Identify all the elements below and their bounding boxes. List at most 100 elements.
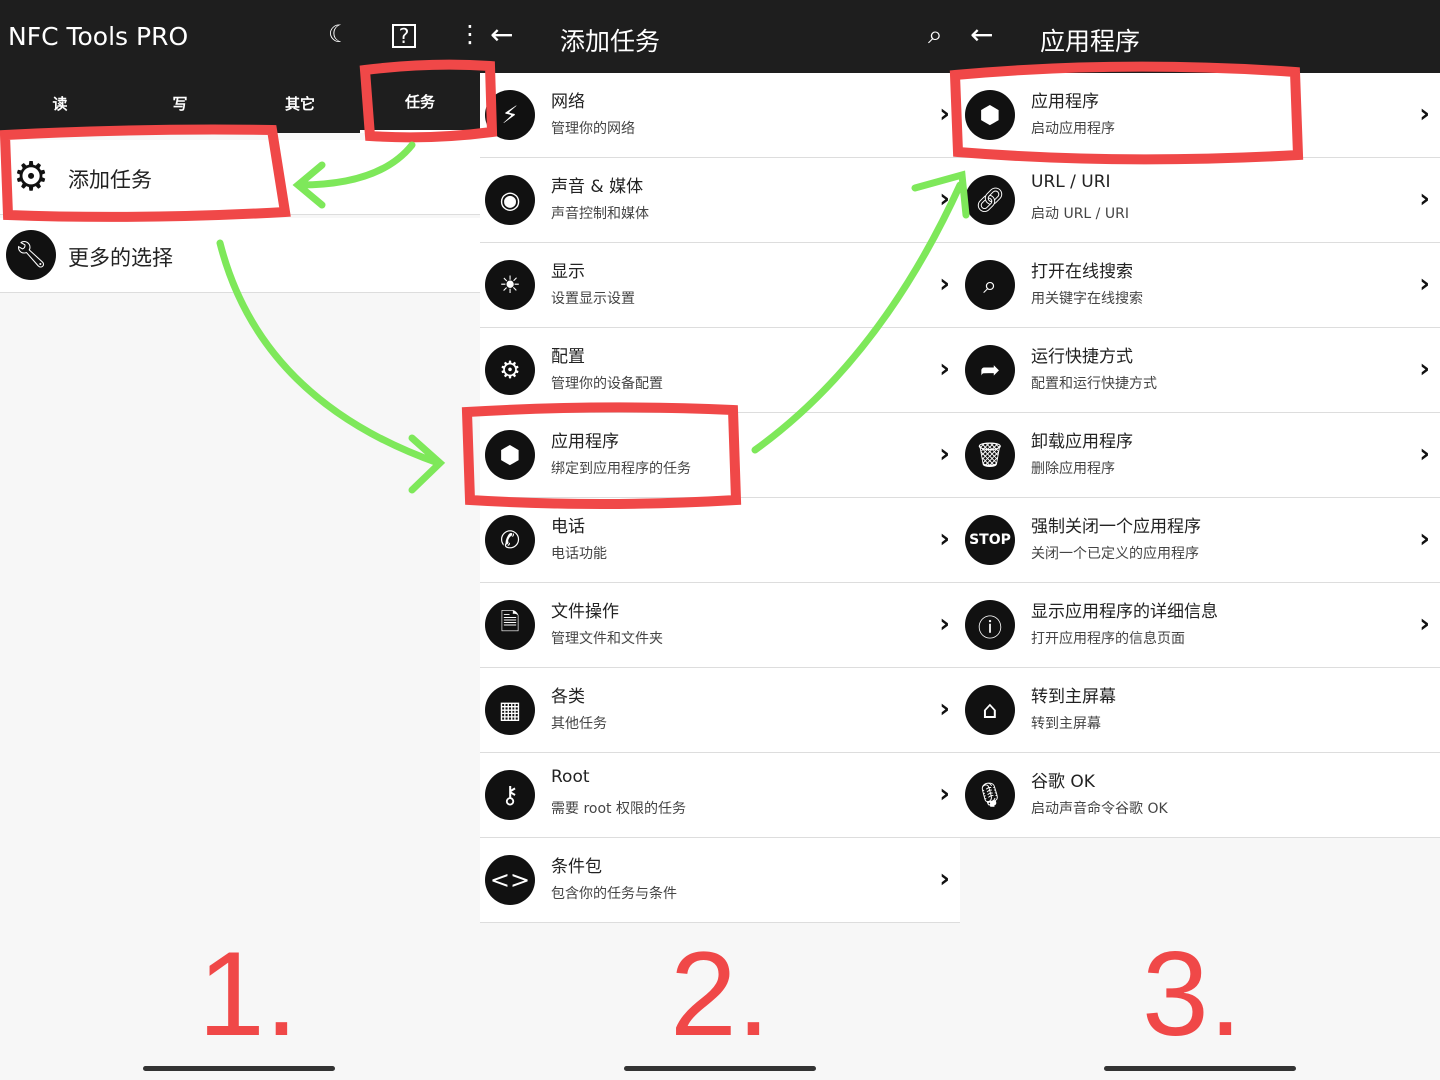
nfc-icon[interactable]: ☾: [328, 20, 350, 48]
chevron-right-icon: ›: [1419, 269, 1430, 299]
trash-icon: 🗑︎: [965, 430, 1015, 480]
stop-icon: STOP: [965, 515, 1015, 565]
step-number: 1.: [198, 927, 299, 1061]
item-subtitle: 打开应用程序的信息页面: [1031, 631, 1185, 647]
item-subtitle: 转到主屏幕: [1031, 716, 1101, 732]
info-icon: ⓘ: [965, 600, 1015, 650]
chevron-right-icon: ›: [939, 354, 950, 384]
wrench-icon: 🔧︎: [6, 230, 56, 280]
list-item[interactable]: ⚙ 配置 管理你的设备配置 ›: [480, 328, 960, 413]
list-item[interactable]: ⌕ 打开在线搜索 用关键字在线搜索 ›: [960, 243, 1440, 328]
menu-label: 添加任务: [68, 168, 152, 192]
list-item[interactable]: 🗑︎ 卸载应用程序 删除应用程序 ›: [960, 413, 1440, 498]
item-subtitle: 电话功能: [551, 546, 607, 562]
item-subtitle: 启动应用程序: [1031, 121, 1115, 137]
item-title: 各类: [551, 687, 585, 707]
step-number: 3.: [1142, 927, 1243, 1061]
item-subtitle: 用关键字在线搜索: [1031, 291, 1143, 307]
chevron-right-icon: ›: [1419, 184, 1430, 214]
list-item[interactable]: <> 条件包 包含你的任务与条件 ›: [480, 838, 960, 923]
tab-read[interactable]: 读: [0, 73, 120, 133]
volume-knob-icon: ◉: [485, 175, 535, 225]
item-subtitle: 启动 URL / URI: [1031, 206, 1129, 222]
tab-bar: 读 写 其它 任务: [0, 73, 480, 133]
list-item[interactable]: ☀︎ 显示 设置显示设置 ›: [480, 243, 960, 328]
list-item[interactable]: ➦ 运行快捷方式 配置和运行快捷方式 ›: [960, 328, 1440, 413]
item-title: 条件包: [551, 857, 602, 877]
blocks-icon: ▦: [485, 685, 535, 735]
list-item[interactable]: ⌂ 转到主屏幕 转到主屏幕: [960, 668, 1440, 753]
list-item[interactable]: ⚷ Root 需要 root 权限的任务 ›: [480, 753, 960, 838]
chevron-right-icon: ›: [1419, 439, 1430, 469]
sun-icon: ☀︎: [485, 260, 535, 310]
home-indicator: [1104, 1066, 1296, 1071]
item-title: 转到主屏幕: [1031, 687, 1116, 707]
shortcut-arrow-icon: ➦: [965, 345, 1015, 395]
chevron-right-icon: ›: [939, 779, 950, 809]
home-indicator: [624, 1066, 816, 1071]
gear-add-icon: ⚙: [13, 154, 49, 200]
item-subtitle: 包含你的任务与条件: [551, 886, 677, 902]
back-arrow-icon[interactable]: ←: [970, 18, 993, 51]
chevron-right-icon: ›: [939, 439, 950, 469]
list-item[interactable]: ⓘ 显示应用程序的详细信息 打开应用程序的信息页面 ›: [960, 583, 1440, 668]
tab-other[interactable]: 其它: [240, 73, 360, 133]
back-arrow-icon[interactable]: ←: [490, 18, 513, 51]
list-item[interactable]: ✆ 电话 电话功能 ›: [480, 498, 960, 583]
app-bar: ⌕ ← 应用程序: [928, 0, 1440, 73]
item-title: 声音 & 媒体: [551, 177, 644, 197]
chevron-right-icon: ›: [1419, 354, 1430, 384]
item-title: 强制关闭一个应用程序: [1031, 517, 1201, 537]
item-subtitle: 绑定到应用程序的任务: [551, 461, 691, 477]
list-item[interactable]: ⬢ 应用程序 启动应用程序 ›: [960, 73, 1440, 158]
item-subtitle: 管理文件和文件夹: [551, 631, 663, 647]
item-title: 网络: [551, 92, 585, 112]
search-icon[interactable]: ⌕: [928, 20, 943, 51]
item-title: 配置: [551, 347, 585, 367]
list-item[interactable]: ⬢ 应用程序 绑定到应用程序的任务 ›: [480, 413, 960, 498]
more-icon[interactable]: ⋮: [458, 20, 482, 48]
item-subtitle: 管理你的网络: [551, 121, 635, 137]
help-icon[interactable]: ?: [392, 24, 416, 48]
link-icon: 🔗︎: [965, 175, 1015, 225]
app-bar: ← 添加任务: [480, 0, 960, 73]
chevron-right-icon: ›: [1419, 99, 1430, 129]
item-title: 卸载应用程序: [1031, 432, 1133, 452]
page-title: 应用程序: [1040, 27, 1141, 56]
page-title: 添加任务: [560, 27, 661, 56]
chevron-right-icon: ›: [1419, 609, 1430, 639]
chevron-right-icon: ›: [939, 99, 950, 129]
panel-add-task: ← 添加任务 ⚡︎ 网络 管理你的网络 › ◉ 声音 & 媒体 声音控制和媒体 ›…: [480, 0, 960, 1080]
list-item[interactable]: STOP 强制关闭一个应用程序 关闭一个已定义的应用程序 ›: [960, 498, 1440, 583]
list-item[interactable]: ◉ 声音 & 媒体 声音控制和媒体 ›: [480, 158, 960, 243]
tab-write[interactable]: 写: [120, 73, 240, 133]
home-indicator: [143, 1066, 335, 1071]
item-subtitle: 需要 root 权限的任务: [551, 801, 686, 817]
tab-tasks[interactable]: 任务: [360, 73, 480, 133]
menu-add-task[interactable]: ⚙ 添加任务: [0, 140, 480, 215]
chevron-right-icon: ›: [939, 694, 950, 724]
item-subtitle: 声音控制和媒体: [551, 206, 649, 222]
lightning-icon: ⚡︎: [485, 90, 535, 140]
list-item[interactable]: ⚡︎ 网络 管理你的网络 ›: [480, 73, 960, 158]
list-item[interactable]: ▦ 各类 其他任务 ›: [480, 668, 960, 753]
gear-icon: ⚙: [485, 345, 535, 395]
cube-icon: ⬢: [965, 90, 1015, 140]
item-title: 显示应用程序的详细信息: [1031, 602, 1218, 622]
item-subtitle: 管理你的设备配置: [551, 376, 663, 392]
item-title: 谷歌 OK: [1031, 772, 1095, 792]
list-item[interactable]: 🗎︎ 文件操作 管理文件和文件夹 ›: [480, 583, 960, 668]
item-subtitle: 删除应用程序: [1031, 461, 1115, 477]
item-title: URL / URI: [1031, 172, 1111, 192]
phone-icon: ✆: [485, 515, 535, 565]
item-title: 显示: [551, 262, 585, 282]
menu-more-options[interactable]: 🔧︎ 更多的选择: [0, 218, 480, 293]
list-item[interactable]: 🔗︎ URL / URI 启动 URL / URI ›: [960, 158, 1440, 243]
menu-label: 更多的选择: [68, 246, 173, 270]
list-item[interactable]: 🎙︎ 谷歌 OK 启动声音命令谷歌 OK: [960, 753, 1440, 838]
home-icon: ⌂: [965, 685, 1015, 735]
item-title: 文件操作: [551, 602, 619, 622]
chevron-right-icon: ›: [939, 269, 950, 299]
step-number: 2.: [670, 927, 771, 1061]
item-title: 打开在线搜索: [1031, 262, 1133, 282]
